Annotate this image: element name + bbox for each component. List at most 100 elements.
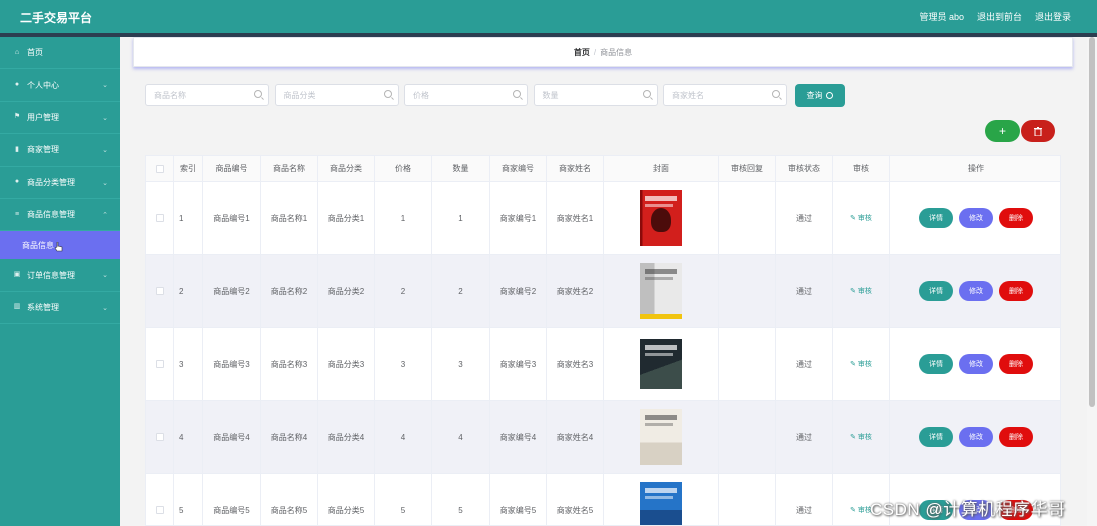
cell-merchant-code: 商家编号3 [490,328,547,400]
cell-cover [604,255,719,327]
batch-delete-button[interactable] [1021,120,1055,142]
detail-button[interactable]: 详情 [919,427,953,447]
cell-name: 商品名称1 [261,182,318,254]
query-button[interactable]: 查询 [794,84,845,107]
cell-index: 4 [174,401,203,473]
cell-cover [604,182,719,254]
edit-button[interactable]: 修改 [959,208,993,228]
scrollbar-thumb[interactable] [1089,37,1095,407]
sidebar-subitem-label: 商品信息 [22,240,54,250]
cell-code: 商品编号5 [203,474,261,525]
top-bar: 二手交易平台 管理员 abo 退出到前台 退出登录 [0,0,1097,33]
add-button[interactable]: + [985,120,1020,142]
sidebar-item-system[interactable]: ▥ 系统管理 ⌄ [0,292,120,325]
select-all-cell [146,156,174,181]
cell-category: 商品分类3 [318,328,375,400]
logout-link[interactable]: 退出登录 [1035,10,1071,23]
chevron-down-icon: ⌄ [102,179,108,187]
detail-button[interactable]: 详情 [919,281,953,301]
search-icon [642,90,651,98]
sidebar-item-users[interactable]: ⚑ 用户管理 ⌄ [0,102,120,135]
cell-quantity: 1 [432,182,490,254]
product-category-input[interactable]: 商品分类 [274,84,399,106]
chevron-down-icon: ⌄ [102,114,108,122]
row-checkbox-cell [146,401,174,473]
sidebar-subitem-product-info[interactable]: 商品信息 [0,231,120,260]
cell-index: 1 [174,182,203,254]
detail-button[interactable]: 详情 [919,354,953,374]
cell-quantity: 5 [432,474,490,525]
delete-button[interactable]: 删除 [999,281,1033,301]
delete-button[interactable]: 删除 [999,208,1033,228]
sidebar-item-orders[interactable]: ▣ 订单信息管理 ⌄ [0,259,120,292]
review-link[interactable]: ✎ 审核 [850,505,872,515]
row-checkbox[interactable] [155,506,164,514]
header-price: 价格 [375,156,432,181]
row-checkbox[interactable] [155,433,164,441]
merchant-name-input[interactable]: 商家姓名 [663,84,787,106]
search-icon [825,92,833,99]
sidebar-item-label: 首页 [27,48,43,58]
admin-label: 管理员 abo [919,12,964,22]
sidebar-item-profile[interactable]: ● 个人中心 ⌄ [0,69,120,102]
cell-merchant-name: 商家姓名2 [547,255,604,327]
input-placeholder: 价格 [413,90,429,100]
cell-code: 商品编号1 [203,182,261,254]
chevron-down-icon: ⌄ [102,272,108,280]
sidebar-item-categories[interactable]: ● 商品分类管理 ⌄ [0,167,120,199]
cell-merchant-code: 商家编号5 [490,474,547,525]
product-cover-image [640,482,682,525]
cell-review: ✎ 审核 [833,182,890,254]
review-link[interactable]: ✎ 审核 [850,213,872,223]
quantity-input[interactable]: 数量 [533,84,658,106]
price-input[interactable]: 价格 [404,84,528,106]
header-code: 商品编号 [203,156,261,181]
pin-icon: ● [14,178,20,186]
cell-category: 商品分类4 [318,401,375,473]
cell-code: 商品编号3 [203,328,261,400]
edit-icon: ✎ [850,507,858,514]
delete-button[interactable]: 删除 [999,354,1033,374]
product-name-input[interactable]: 商品名称 [145,84,269,106]
review-link[interactable]: ✎ 审核 [850,286,872,296]
header-review-reply: 审核回复 [719,156,776,181]
row-checkbox-cell [146,474,174,525]
edit-button[interactable]: 修改 [959,354,993,374]
cell-merchant-name: 商家姓名4 [547,401,604,473]
trash-icon [1034,126,1042,136]
breadcrumb-home[interactable]: 首页 [574,47,590,58]
edit-icon: ✎ [850,434,858,441]
edit-button[interactable]: 修改 [959,281,993,301]
cell-merchant-code: 商家编号2 [490,255,547,327]
chevron-down-icon: ⌄ [102,304,108,312]
delete-button[interactable]: 删除 [999,427,1033,447]
sidebar-item-home[interactable]: ⌂ 首页 [0,37,120,70]
sidebar-item-products[interactable]: ≡ 商品信息管理 ⌃ [0,199,120,232]
select-all-checkbox[interactable] [155,164,164,173]
cell-review: ✎ 审核 [833,401,890,473]
row-checkbox[interactable] [155,214,164,222]
header-review: 审核 [833,156,890,181]
cell-review: ✎ 审核 [833,328,890,400]
row-checkbox[interactable] [155,287,164,295]
cell-code: 商品编号2 [203,255,261,327]
front-link[interactable]: 退出到前台 [977,10,1022,23]
sidebar: ⌂ 首页 ● 个人中心 ⌄ ⚑ 用户管理 ⌄ ▮ 商家管理 ⌄ ● 商品分类管理… [0,37,120,526]
cell-operation: 详情 修改 删除 [890,401,1060,473]
row-checkbox-cell [146,182,174,254]
detail-button[interactable]: 详情 [919,208,953,228]
header-index: 索引 [174,156,203,181]
sidebar-item-merchants[interactable]: ▮ 商家管理 ⌄ [0,134,120,167]
row-checkbox-cell [146,328,174,400]
review-link-label: 审核 [857,288,872,295]
row-checkbox[interactable] [155,360,164,368]
review-link[interactable]: ✎ 审核 [850,432,872,442]
cell-name: 商品名称3 [261,328,318,400]
table-header: 索引 商品编号 商品名称 商品分类 价格 数量 商家编号 商家姓名 封面 审核回… [146,156,1060,182]
edit-button[interactable]: 修改 [959,427,993,447]
review-link[interactable]: ✎ 审核 [850,359,872,369]
page-scrollbar[interactable] [1087,37,1097,526]
list-icon: ≡ [14,210,20,218]
cell-category: 商品分类5 [318,474,375,525]
input-placeholder: 数量 [542,90,559,100]
